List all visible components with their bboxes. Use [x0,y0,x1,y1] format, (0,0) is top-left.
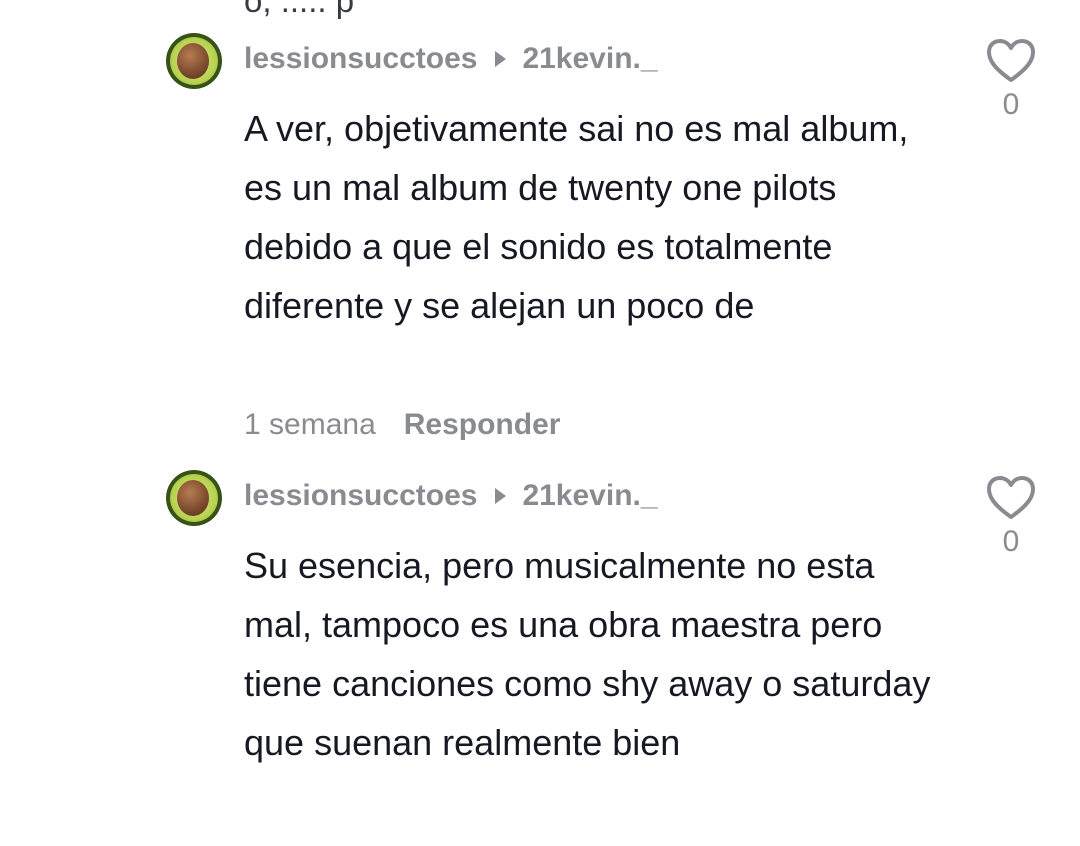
like-count: 0 [1002,525,1020,558]
like-count: 0 [1002,88,1020,121]
cut-off-text: o, ..... p [244,0,355,19]
like-button[interactable]: 0 [984,475,1038,559]
reply-to-username[interactable]: 21kevin._ [522,479,657,513]
username[interactable]: lessionsucctoes [244,479,477,513]
avatar[interactable] [166,33,222,89]
like-button[interactable]: 0 [984,38,1038,122]
reply-to-username[interactable]: 21kevin._ [522,42,657,76]
reply-button[interactable]: Responder [404,408,561,442]
play-arrow-icon [495,51,507,67]
comment-text: Su esencia, pero musicalmente no esta ma… [244,545,931,763]
timestamp: 1 semana [244,408,376,441]
comment-text: A ver, objetivamente sai no es mal album… [244,108,909,326]
comment-header: lessionsucctoes 21kevin._ [244,42,658,76]
comment-meta: 1 semana Responder [244,408,560,442]
avatar[interactable] [166,470,222,526]
heart-outline-icon [987,476,1035,519]
play-arrow-icon [495,488,507,504]
heart-outline-icon [987,39,1035,82]
username[interactable]: lessionsucctoes [244,42,477,76]
comment-header: lessionsucctoes 21kevin._ [244,479,658,513]
